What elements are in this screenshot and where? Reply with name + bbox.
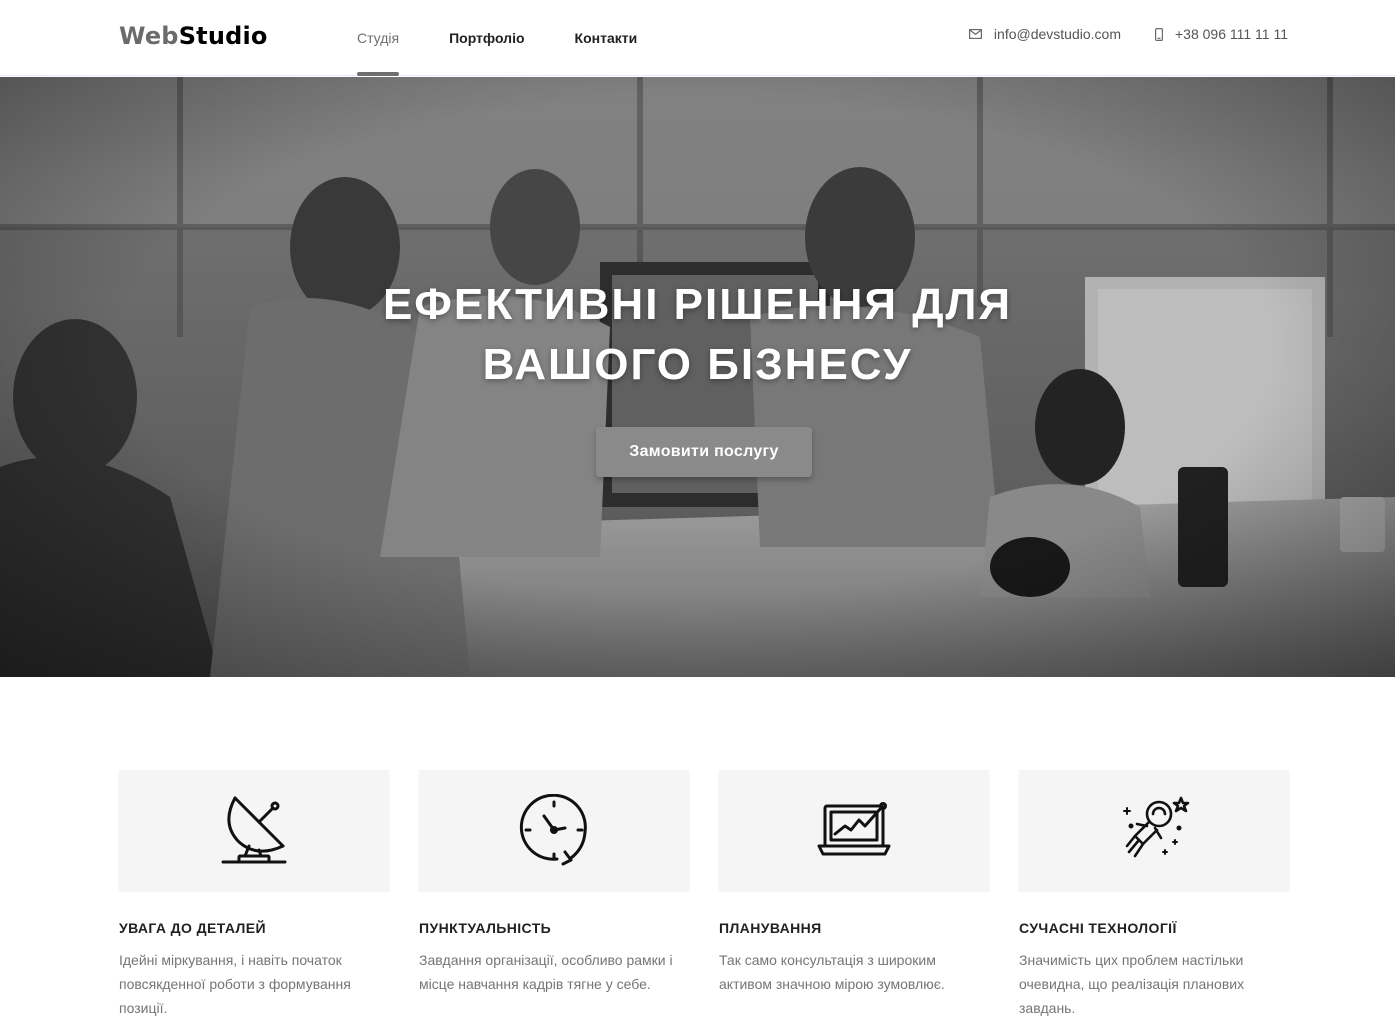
feature-card: ПУНКТУАЛЬНІСТЬ Завдання організації, осо… <box>419 770 689 1020</box>
satellite-dish-icon <box>221 796 287 864</box>
header-contacts: info@devstudio.com +38 096 111 11 11 <box>935 0 1288 68</box>
hero-title: ЕФЕКТИВНІ РІШЕННЯ ДЛЯ ВАШОГО БІЗНЕСУ <box>0 275 1395 395</box>
feature-text: Так само консультація з широким активом … <box>719 952 945 992</box>
main-nav: Студія Портфоліо Контакти <box>357 0 687 76</box>
logo-part-web: Web <box>119 22 179 50</box>
feature-icon-box <box>419 770 689 890</box>
envelope-icon <box>968 29 982 39</box>
feature-icon-box <box>1019 770 1289 890</box>
feature-text: Значимість цих проблем настільки очевидн… <box>1019 952 1245 1016</box>
logo[interactable]: WebStudio <box>119 19 268 53</box>
hero-title-line1: ЕФЕКТИВНІ РІШЕННЯ ДЛЯ <box>382 280 1013 329</box>
nav-item-portfolio[interactable]: Портфоліо <box>449 0 524 76</box>
order-service-button[interactable]: Замовити послугу <box>596 427 812 477</box>
feature-text: Ідейні міркування, і навіть початок повс… <box>119 952 351 1016</box>
feature-card: ПЛАНУВАННЯ Так само консультація з широк… <box>719 770 989 1020</box>
hero-section: ЕФЕКТИВНІ РІШЕННЯ ДЛЯ ВАШОГО БІЗНЕСУ Зам… <box>0 77 1395 677</box>
phone-icon <box>1154 27 1163 41</box>
clock-icon <box>519 794 587 866</box>
feature-icon-box <box>719 770 989 890</box>
features-section: УВАГА ДО ДЕТАЛЕЙ Ідейні міркування, і на… <box>119 770 1289 1020</box>
feature-text: Завдання організації, особливо рамки і м… <box>419 952 673 992</box>
phone-link[interactable]: +38 096 111 11 11 <box>1154 26 1288 42</box>
feature-title: СУЧАСНІ ТЕХНОЛОГІЇ <box>1019 920 1177 936</box>
logo-part-studio: Studio <box>178 22 268 50</box>
feature-card: УВАГА ДО ДЕТАЛЕЙ Ідейні міркування, і на… <box>119 770 389 1020</box>
feature-icon-box <box>119 770 389 890</box>
feature-title: УВАГА ДО ДЕТАЛЕЙ <box>119 920 266 936</box>
feature-card: СУЧАСНІ ТЕХНОЛОГІЇ Значимість цих пробле… <box>1019 770 1289 1020</box>
feature-title: ПУНКТУАЛЬНІСТЬ <box>419 920 552 936</box>
laptop-chart-icon <box>817 802 891 856</box>
feature-title: ПЛАНУВАННЯ <box>719 920 822 936</box>
email-link[interactable]: info@devstudio.com <box>968 26 1121 42</box>
nav-item-studio[interactable]: Студія <box>357 0 400 76</box>
phone-text: +38 096 111 11 11 <box>1174 26 1288 42</box>
email-text: info@devstudio.com <box>993 26 1121 42</box>
astronaut-icon <box>1123 796 1190 858</box>
site-header: WebStudio Студія Портфоліо Контакти info… <box>0 0 1395 76</box>
nav-item-contacts[interactable]: Контакти <box>575 0 638 76</box>
hero-title-line2: ВАШОГО БІЗНЕСУ <box>482 340 913 389</box>
